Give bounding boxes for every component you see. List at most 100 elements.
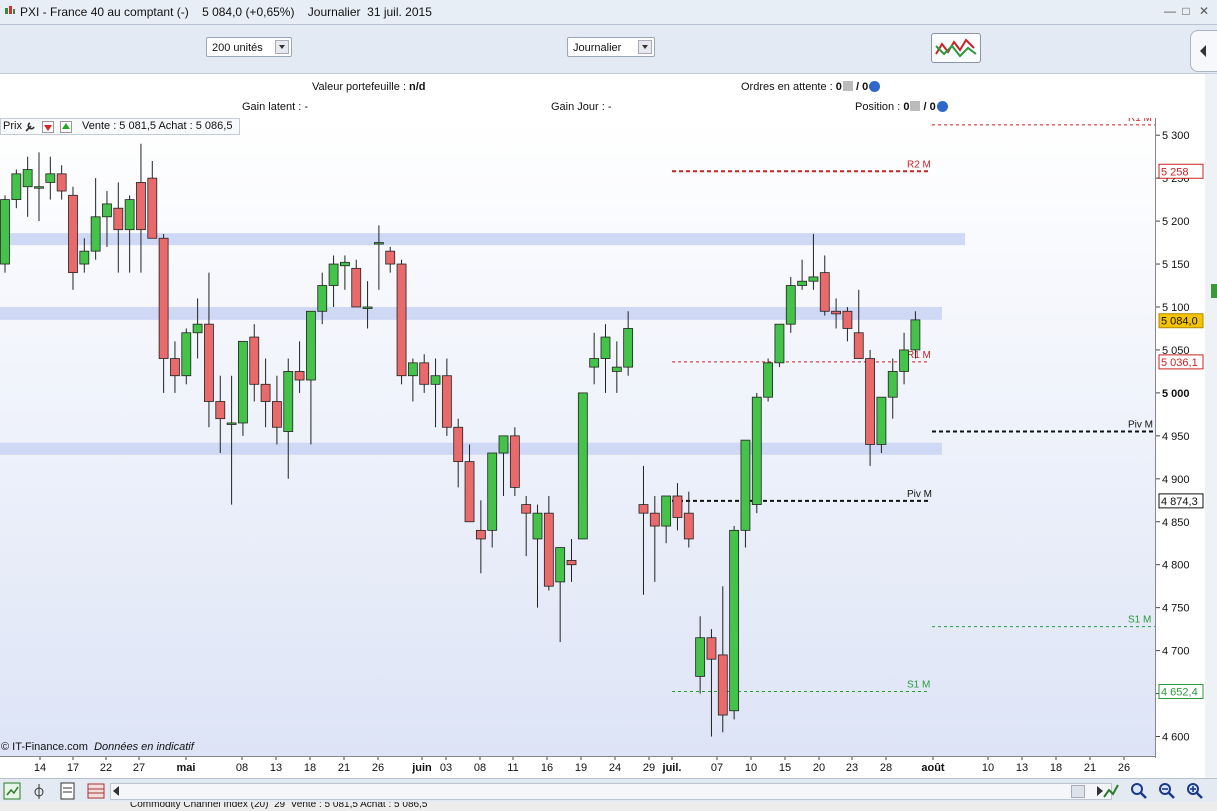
collapse-arrow-icon xyxy=(1200,45,1206,57)
zoom-out-icon[interactable] xyxy=(1158,782,1176,800)
zone-band xyxy=(0,306,942,320)
sell-arrow-icon[interactable] xyxy=(42,121,54,133)
maximize-button[interactable]: □ xyxy=(1178,3,1194,19)
candle-body xyxy=(158,237,169,359)
pending-orders-count: 0 xyxy=(835,81,842,93)
close-button[interactable]: ✕ xyxy=(1196,3,1212,19)
date-axis-svg: 14 17 22 27 mai 08 13 18 21 26 juin 03 08 11 16 19 24 29 j… xyxy=(34,757,1130,774)
zoom-in-icon[interactable] xyxy=(1186,782,1204,800)
price-axis-svg: 5 3005 2505 2005 1505 1005 0505 0004 950… xyxy=(1156,130,1204,744)
x-tick-label: 03 xyxy=(440,762,452,774)
chart-plot-area[interactable]: R2 M R1 M Piv M S1 M R1 M Piv M S1 M xyxy=(0,113,1155,758)
calculator-icon[interactable] xyxy=(59,782,77,800)
candle-body xyxy=(521,504,532,514)
position-label: Position : xyxy=(855,101,901,113)
cursor-tool-icon[interactable] xyxy=(3,782,21,800)
table-icon[interactable] xyxy=(87,782,105,800)
y-tick-label: 5 100 xyxy=(1162,302,1190,314)
candle-body xyxy=(385,250,396,265)
units-select-value: 200 unités xyxy=(212,42,263,54)
credit-note: Données en indicatif xyxy=(94,741,194,753)
day-gain: Gain Jour : - xyxy=(551,101,612,113)
x-tick-label: 19 xyxy=(575,762,587,774)
pending-orders-total: / 0 xyxy=(852,81,869,93)
candle-body xyxy=(464,461,475,523)
position: Position : 0 / 0 xyxy=(855,101,948,113)
x-tick-label: 23 xyxy=(846,762,858,774)
toolbar: 200 unités Journalier xyxy=(0,25,1217,74)
draw-tool-icon[interactable] xyxy=(1102,782,1120,800)
gear-icon[interactable] xyxy=(869,81,881,92)
candle-body xyxy=(706,637,717,660)
x-tick-label: 13 xyxy=(270,762,282,774)
y-tick-label: 4 750 xyxy=(1162,603,1190,615)
candle-body xyxy=(797,280,807,286)
candlestick-chart[interactable]: R2 M R1 M Piv M S1 M R1 M Piv M S1 M xyxy=(0,113,1155,758)
x-tick-label: 27 xyxy=(133,762,145,774)
candle-body xyxy=(90,216,101,252)
x-tick-label: 10 xyxy=(745,762,757,774)
x-tick-label: 18 xyxy=(304,762,316,774)
indicator-panel-text: Commodity Channel Index (20) 29 Vente : … xyxy=(130,802,428,810)
pivot-level-label: Piv M xyxy=(1128,420,1153,431)
zoom-fit-icon[interactable] xyxy=(1130,782,1148,800)
candle-body xyxy=(430,375,441,385)
x-tick-label: 08 xyxy=(474,762,486,774)
chevron-down-icon xyxy=(275,40,289,54)
pivot-level-label: Piv M xyxy=(907,489,932,500)
buy-arrow-icon[interactable] xyxy=(60,121,72,133)
period-select[interactable]: Journalier xyxy=(567,37,655,57)
level-price-tag-label: 4 652,4 xyxy=(1161,687,1198,699)
indicator-panel-header: Commodity Channel Index (20) 29 Vente : … xyxy=(0,802,1217,811)
gear-icon[interactable] xyxy=(936,101,948,112)
y-tick-label: 4 700 xyxy=(1162,646,1190,658)
pivot-level-label: S1 M xyxy=(907,680,930,691)
scroll-left-icon[interactable] xyxy=(113,786,119,796)
candle-body xyxy=(509,435,520,488)
x-tick-label: 11 xyxy=(507,762,518,774)
candle-body xyxy=(45,173,56,183)
candle-body xyxy=(623,328,634,368)
zone-band xyxy=(0,442,942,455)
cancel-orders-icon[interactable] xyxy=(842,81,853,91)
crosshair-icon[interactable] xyxy=(31,782,49,800)
indicator-chart-button[interactable] xyxy=(931,33,981,63)
title-bar: PXI - France 40 au comptant (-) 5 084,0 … xyxy=(0,0,1217,25)
wrench-icon[interactable] xyxy=(24,121,36,133)
period-select-value: Journalier xyxy=(573,42,622,54)
candle-body xyxy=(611,366,622,372)
y-tick-label: 4 800 xyxy=(1162,560,1190,572)
candle-body xyxy=(887,371,898,398)
date-axis[interactable]: 14 17 22 27 mai 08 13 18 21 26 juin 03 08 11 16 19 24 29 j… xyxy=(0,756,1155,778)
right-strip xyxy=(1205,74,1217,789)
x-tick-label: 18 xyxy=(1050,762,1062,774)
x-tick-label: 17 xyxy=(67,762,79,774)
scrollbar-thumb[interactable] xyxy=(1071,785,1085,798)
close-position-icon[interactable] xyxy=(910,101,921,111)
price-axis[interactable]: 5 300 5 250 5 200 5 150 5 100 5 050 5 000 4 950… xyxy=(1155,118,1206,758)
candle-body xyxy=(283,371,294,432)
candle-body xyxy=(0,199,10,265)
candle-body xyxy=(317,285,328,312)
candle-body xyxy=(785,285,796,325)
price-label[interactable]: Prix xyxy=(3,120,22,132)
x-tick-label: 28 xyxy=(880,762,892,774)
window-title: PXI - France 40 au comptant (-) 5 084,0 … xyxy=(20,5,432,19)
candle-body xyxy=(215,401,226,420)
scroll-marker xyxy=(1211,284,1217,298)
side-panel-tab[interactable] xyxy=(1190,30,1217,72)
candle-body xyxy=(808,276,819,282)
position-total: / 0 xyxy=(920,101,936,113)
candle-body xyxy=(328,263,339,286)
candle-body xyxy=(831,310,841,315)
candle-body xyxy=(419,362,430,385)
y-tick-label: 5 200 xyxy=(1162,216,1190,228)
horizontal-scrollbar[interactable] xyxy=(110,783,1112,800)
units-select[interactable]: 200 unités xyxy=(206,37,292,57)
credit-source: © IT-Finance.com xyxy=(1,741,88,753)
candle-body xyxy=(475,529,486,540)
candle-body xyxy=(34,186,44,189)
candle-body xyxy=(763,362,774,398)
candle-body xyxy=(453,426,464,463)
minimize-button[interactable]: — xyxy=(1162,3,1178,19)
